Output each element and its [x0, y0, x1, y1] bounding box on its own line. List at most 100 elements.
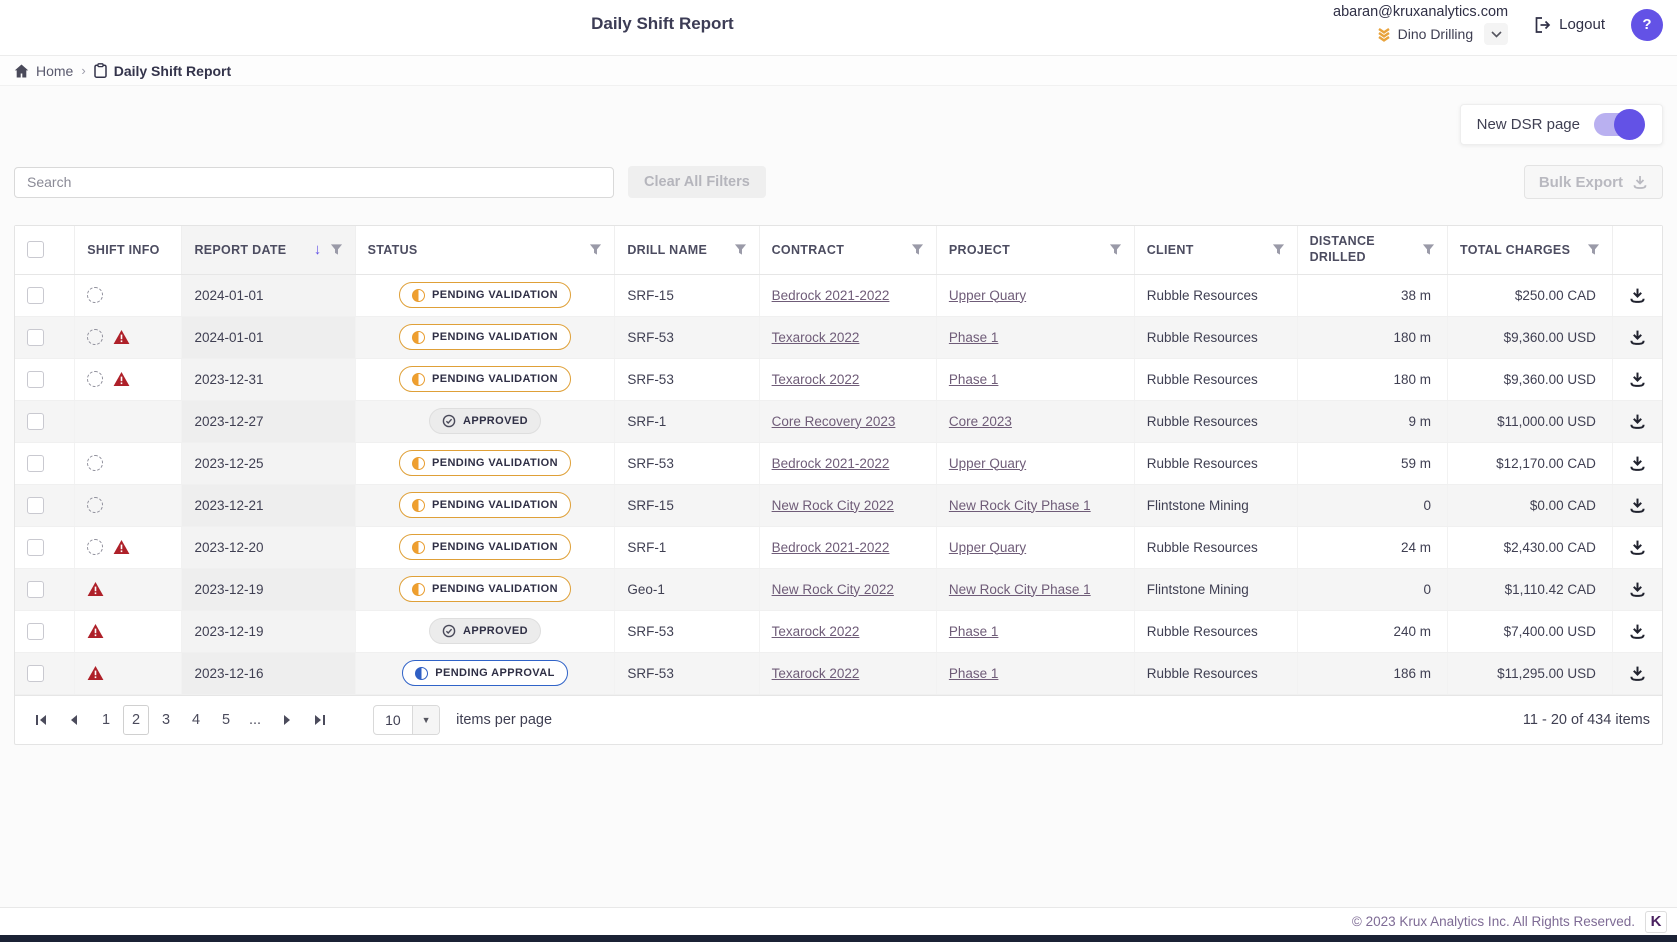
page-title: Daily Shift Report: [591, 14, 734, 34]
download-row-button[interactable]: [1629, 455, 1646, 472]
column-header-contract[interactable]: CONTRACT: [759, 226, 936, 274]
new-dsr-toggle[interactable]: [1594, 113, 1640, 136]
page-button-3[interactable]: 3: [153, 705, 179, 735]
column-header-drill-name[interactable]: DRILL NAME: [615, 226, 759, 274]
filter-icon[interactable]: [330, 243, 343, 256]
company-selector[interactable]: Dino Drilling: [1377, 23, 1508, 45]
row-checkbox[interactable]: [27, 287, 44, 304]
row-checkbox[interactable]: [27, 665, 44, 682]
contract-link[interactable]: Texarock 2022: [772, 666, 860, 681]
last-page-button[interactable]: [305, 706, 333, 734]
project-link[interactable]: Upper Quary: [949, 540, 1026, 555]
clear-all-filters-button[interactable]: Clear All Filters: [628, 166, 766, 198]
download-row-button[interactable]: [1629, 413, 1646, 430]
column-header-client[interactable]: CLIENT: [1134, 226, 1297, 274]
logout-button[interactable]: Logout: [1528, 15, 1611, 34]
page-size-value: 10: [374, 706, 412, 734]
select-all-checkbox[interactable]: [27, 241, 44, 258]
distance-cell: 180 m: [1297, 358, 1447, 400]
shift-status-icon: [87, 539, 103, 555]
page-size-select[interactable]: 10 ▼: [373, 705, 440, 735]
project-link[interactable]: New Rock City Phase 1: [949, 582, 1091, 597]
project-link[interactable]: Phase 1: [949, 372, 999, 387]
drill-name-cell: SRF-1: [615, 526, 759, 568]
select-arrow-icon: ▼: [412, 706, 439, 734]
contract-link[interactable]: New Rock City 2022: [772, 582, 894, 597]
project-link[interactable]: Upper Quary: [949, 456, 1026, 471]
shift-info-cell: [75, 274, 182, 316]
page-button-5[interactable]: 5: [213, 705, 239, 735]
row-checkbox[interactable]: [27, 413, 44, 430]
project-link[interactable]: Phase 1: [949, 666, 999, 681]
drill-name-cell: SRF-53: [615, 316, 759, 358]
column-header-report-date[interactable]: REPORT DATE ↓: [182, 226, 355, 274]
status-badge: APPROVED: [429, 408, 541, 434]
drill-name-cell: SRF-15: [615, 274, 759, 316]
row-checkbox[interactable]: [27, 581, 44, 598]
filter-icon[interactable]: [589, 243, 602, 256]
company-dropdown-button[interactable]: [1484, 23, 1508, 45]
column-header-project[interactable]: PROJECT: [936, 226, 1134, 274]
bulk-export-label: Bulk Export: [1539, 174, 1623, 191]
project-link[interactable]: Upper Quary: [949, 288, 1026, 303]
row-checkbox[interactable]: [27, 539, 44, 556]
filter-icon[interactable]: [1109, 243, 1122, 256]
filter-icon[interactable]: [911, 243, 924, 256]
filter-icon[interactable]: [1422, 243, 1435, 256]
row-checkbox[interactable]: [27, 497, 44, 514]
report-date-cell: 2023-12-19: [182, 610, 355, 652]
column-header-total-charges[interactable]: TOTAL CHARGES: [1448, 226, 1613, 274]
download-row-button[interactable]: [1629, 497, 1646, 514]
download-row-button[interactable]: [1629, 581, 1646, 598]
help-button[interactable]: ?: [1631, 9, 1663, 41]
row-checkbox[interactable]: [27, 455, 44, 472]
logout-icon: [1534, 17, 1551, 33]
half-circle-status-icon: [412, 541, 425, 554]
status-badge: PENDING VALIDATION: [399, 450, 571, 476]
page-button-2[interactable]: 2: [123, 705, 149, 735]
project-link[interactable]: Core 2023: [949, 414, 1012, 429]
filter-icon[interactable]: [1272, 243, 1285, 256]
contract-link[interactable]: Bedrock 2021-2022: [772, 540, 890, 555]
page-button-4[interactable]: 4: [183, 705, 209, 735]
first-page-button[interactable]: [27, 706, 55, 734]
filter-icon[interactable]: [734, 243, 747, 256]
download-row-button[interactable]: [1629, 539, 1646, 556]
shift-info-cell: [75, 568, 182, 610]
next-page-button[interactable]: [273, 706, 301, 734]
prev-page-button[interactable]: [59, 706, 87, 734]
download-row-button[interactable]: [1629, 329, 1646, 346]
project-link[interactable]: Phase 1: [949, 624, 999, 639]
contract-link[interactable]: Texarock 2022: [772, 330, 860, 345]
download-row-button[interactable]: [1629, 287, 1646, 304]
footer: © 2023 Krux Analytics Inc. All Rights Re…: [0, 907, 1677, 935]
contract-link[interactable]: New Rock City 2022: [772, 498, 894, 513]
column-header-distance-drilled[interactable]: DISTANCE DRILLED: [1297, 226, 1447, 274]
contract-link[interactable]: Bedrock 2021-2022: [772, 288, 890, 303]
contract-link[interactable]: Texarock 2022: [772, 372, 860, 387]
contract-link[interactable]: Texarock 2022: [772, 624, 860, 639]
total-charges-cell: $250.00 CAD: [1448, 274, 1613, 316]
download-row-button[interactable]: [1629, 665, 1646, 682]
column-header-status[interactable]: STATUS: [355, 226, 615, 274]
table-row: 2023-12-20PENDING VALIDATIONSRF-1Bedrock…: [15, 526, 1662, 568]
breadcrumb-home[interactable]: Home: [14, 63, 73, 79]
row-checkbox[interactable]: [27, 371, 44, 388]
contract-link[interactable]: Bedrock 2021-2022: [772, 456, 890, 471]
download-row-button[interactable]: [1629, 371, 1646, 388]
filter-icon[interactable]: [1587, 243, 1600, 256]
project-link[interactable]: New Rock City Phase 1: [949, 498, 1091, 513]
contract-link[interactable]: Core Recovery 2023: [772, 414, 896, 429]
shift-info-cell: [75, 610, 182, 652]
download-row-button[interactable]: [1629, 623, 1646, 640]
page-ellipsis[interactable]: ...: [241, 712, 269, 728]
status-badge: PENDING VALIDATION: [399, 366, 571, 392]
search-input[interactable]: [14, 167, 614, 198]
page-button-1[interactable]: 1: [93, 705, 119, 735]
row-checkbox[interactable]: [27, 623, 44, 640]
row-checkbox[interactable]: [27, 329, 44, 346]
bulk-export-button[interactable]: Bulk Export: [1524, 165, 1663, 199]
project-link[interactable]: Phase 1: [949, 330, 999, 345]
download-icon: [1629, 665, 1646, 682]
shift-status-icon: [87, 497, 103, 513]
